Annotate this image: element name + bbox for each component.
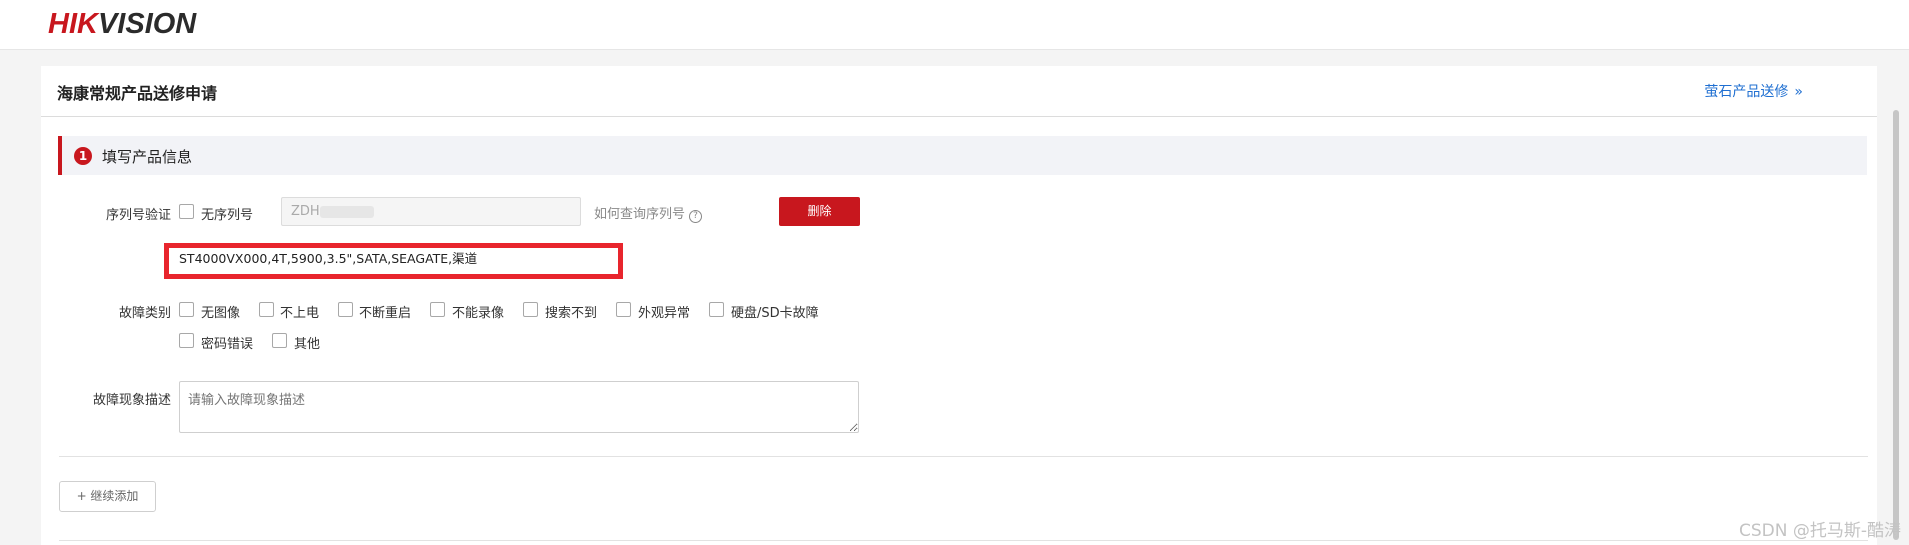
fault-option-label: 无图像: [201, 306, 241, 321]
serial-redaction: [319, 205, 374, 218]
fault-checkbox-no-record[interactable]: [430, 302, 445, 317]
fault-category-label: 故障类别: [118, 306, 171, 321]
serial-help-link[interactable]: 如何查询序列号?: [594, 203, 703, 223]
divider: [59, 540, 1868, 541]
divider: [59, 456, 1868, 457]
no-serial-label: 无序列号: [201, 208, 254, 223]
question-circle-icon: ?: [689, 210, 703, 223]
fault-checkbox-reboot[interactable]: [338, 302, 353, 317]
fault-checkbox-no-image[interactable]: [179, 302, 194, 317]
section-header: 1 填写产品信息: [58, 136, 1867, 175]
ezviz-repair-link[interactable]: 萤石产品送修 »: [1704, 81, 1803, 101]
fault-checkbox-appearance[interactable]: [616, 302, 631, 317]
hikvision-logo[interactable]: HIKVISION: [48, 8, 196, 41]
serial-help-label: 如何查询序列号: [594, 207, 686, 222]
page-title: 海康常规产品送修申请: [57, 84, 218, 103]
product-info-text: ST4000VX000,4T,5900,3.5",SATA,SEAGATE,渠道: [179, 251, 478, 266]
fault-option-label: 其他: [294, 337, 321, 352]
fault-checkbox-no-power[interactable]: [259, 302, 274, 317]
delete-button[interactable]: 删除: [779, 197, 860, 226]
no-serial-checkbox[interactable]: [179, 204, 194, 219]
fault-description-label: 故障现象描述: [92, 393, 171, 408]
fault-checkbox-other[interactable]: [272, 333, 287, 348]
double-chevron-right-icon: »: [1794, 84, 1803, 100]
fault-description-textarea[interactable]: [179, 381, 859, 433]
fault-option-label: 外观异常: [638, 306, 691, 321]
fault-option-label: 密码错误: [201, 337, 254, 352]
step-number-badge: 1: [74, 147, 92, 165]
serial-number-input[interactable]: ZDH: [281, 197, 581, 226]
fault-checkbox-disk[interactable]: [709, 302, 724, 317]
fault-option-label: 硬盘/SD卡故障: [731, 306, 819, 321]
serial-verify-label: 序列号验证: [105, 208, 171, 223]
top-bar: HIKVISION: [0, 0, 1909, 50]
page-scrollbar[interactable]: [1893, 110, 1899, 540]
card-header: 海康常规产品送修申请 萤石产品送修 »: [41, 66, 1877, 117]
fault-checkbox-not-found[interactable]: [523, 302, 538, 317]
section-title: 填写产品信息: [102, 148, 193, 166]
serial-number-value: ZDH: [291, 204, 320, 219]
repair-request-card: 海康常规产品送修申请 萤石产品送修 » 1 填写产品信息 序列号验证 无序列号 Z…: [41, 66, 1877, 545]
fault-option-label: 不断重启: [359, 306, 412, 321]
csdn-watermark: CSDN @托马斯-酷涛: [1738, 521, 1901, 541]
add-more-button[interactable]: + 继续添加: [59, 481, 156, 512]
fault-option-label: 搜索不到: [545, 306, 598, 321]
fault-option-label: 不能录像: [452, 306, 505, 321]
fault-option-label: 不上电: [280, 306, 320, 321]
fault-checkbox-password[interactable]: [179, 333, 194, 348]
ezviz-repair-link-label: 萤石产品送修: [1704, 84, 1789, 100]
